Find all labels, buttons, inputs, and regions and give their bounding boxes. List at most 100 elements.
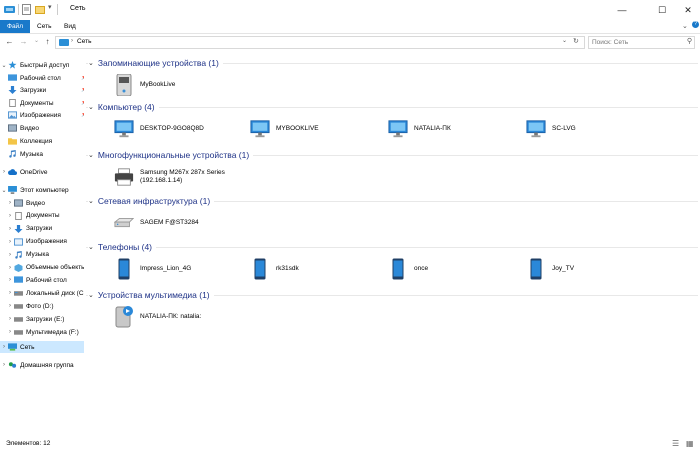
sidebar-item-pictures[interactable]: Изображения 📌 bbox=[0, 109, 84, 121]
tab-view[interactable]: Вид bbox=[57, 20, 83, 33]
refresh-icon[interactable]: ↻ bbox=[573, 37, 579, 45]
tiles-view-icon[interactable]: ▦ bbox=[686, 439, 694, 448]
device-item[interactable]: NATALIA-ПК bbox=[388, 114, 451, 144]
sidebar-item-music[interactable]: › Музыка bbox=[0, 249, 84, 261]
expand-ribbon-icon[interactable]: ⌄ bbox=[682, 22, 688, 30]
up-button[interactable]: ↑ bbox=[42, 36, 53, 47]
network-icon bbox=[59, 39, 69, 46]
sidebar-item-video[interactable]: › Видео bbox=[0, 197, 84, 209]
chevron-right-icon: › bbox=[9, 212, 11, 219]
search-box: ⚲ bbox=[588, 36, 695, 49]
address-dropdown-icon[interactable]: ⌄ bbox=[562, 37, 567, 44]
sidebar-item-desktop[interactable]: Рабочий стол 📌 bbox=[0, 72, 84, 84]
group-header[interactable]: ⌄ Компьютер (4) bbox=[88, 101, 159, 112]
device-item[interactable]: MYBOOKLIVE bbox=[250, 114, 319, 144]
sidebar-item-label: Объемные объекты bbox=[26, 264, 84, 271]
tab-file[interactable]: Файл bbox=[0, 20, 30, 33]
sidebar-item-pictures[interactable]: › Изображения bbox=[0, 236, 84, 248]
search-input[interactable] bbox=[589, 37, 682, 48]
title-bar: ▾ Сеть — ☐ ✕ bbox=[0, 0, 700, 20]
sidebar-item-music[interactable]: Музыка bbox=[0, 148, 84, 160]
customize-toolbar-icon[interactable]: ▾ bbox=[48, 3, 52, 11]
sidebar-item-onedrive[interactable]: › OneDrive bbox=[0, 166, 84, 178]
sidebar-item-downloads[interactable]: › Загрузки bbox=[0, 223, 84, 235]
address-bar[interactable]: › Сеть ⌄ ↻ bbox=[55, 36, 585, 49]
group-header[interactable]: ⌄ Запоминающие устройства (1) bbox=[88, 57, 223, 68]
sidebar-item-label: Быстрый доступ bbox=[20, 61, 70, 69]
nas-drive-icon bbox=[114, 74, 134, 96]
sidebar-item-downloads[interactable]: Загрузки 📌 bbox=[0, 84, 84, 96]
item-count: Элементов: 12 bbox=[6, 440, 51, 447]
music-note-icon bbox=[9, 150, 16, 158]
device-item[interactable]: NATALIA-ПК: natalia: bbox=[114, 302, 201, 332]
device-item[interactable]: Impress_Lion_4G bbox=[114, 254, 191, 284]
properties-icon[interactable] bbox=[22, 4, 31, 16]
minimize-button[interactable]: — bbox=[606, 2, 638, 18]
sidebar-item-local-disk-c[interactable]: › Локальный диск (C bbox=[0, 287, 84, 299]
device-item[interactable]: Samsung M267x 287x Series (192.168.1.14) bbox=[114, 162, 225, 192]
help-icon[interactable]: ? bbox=[692, 21, 699, 28]
monitor-icon bbox=[114, 118, 134, 140]
device-item[interactable]: DESKTOP-9GO8Q8D bbox=[114, 114, 204, 144]
sidebar-item-collection[interactable]: Коллекция bbox=[0, 135, 84, 147]
chevron-right-icon: › bbox=[9, 225, 11, 232]
group-header[interactable]: ⌄ Телефоны (4) bbox=[88, 241, 156, 252]
back-button[interactable]: ← bbox=[4, 36, 15, 47]
group-header[interactable]: ⌄ Устройства мультимедиа (1) bbox=[88, 289, 214, 300]
network-icon bbox=[4, 6, 15, 13]
forward-arrow-icon: → bbox=[19, 37, 28, 46]
desktop-folder-icon bbox=[8, 74, 17, 81]
sidebar-item-network[interactable]: › Сеть bbox=[0, 341, 84, 353]
search-icon[interactable]: ⚲ bbox=[687, 37, 692, 45]
sidebar-item-label: Изображения bbox=[20, 111, 61, 119]
sidebar-item-label: Видео bbox=[26, 199, 45, 207]
sidebar-item-multimedia-f[interactable]: › Мультимедиа (F:) bbox=[0, 326, 84, 338]
sidebar-item-this-pc[interactable]: ⌄ Этот компьютер bbox=[0, 184, 84, 196]
tab-network[interactable]: Сеть bbox=[30, 20, 58, 33]
pin-icon: 📌 bbox=[81, 100, 84, 106]
picture-icon bbox=[8, 111, 17, 119]
device-item[interactable]: Joy_TV bbox=[526, 254, 574, 284]
device-item[interactable]: SC-LVG bbox=[526, 114, 576, 144]
sidebar-item-downloads-e[interactable]: › Загрузки (E:) bbox=[0, 313, 84, 325]
chevron-down-icon: ⌄ bbox=[88, 197, 94, 205]
sidebar-item-desktop[interactable]: › Рабочий стол bbox=[0, 274, 84, 286]
group-header[interactable]: ⌄ Сетевая инфраструктура (1) bbox=[88, 195, 215, 206]
sidebar-item-label: Загрузки (E:) bbox=[26, 315, 65, 323]
sidebar-item-homegroup[interactable]: › Домашняя группа bbox=[0, 359, 84, 371]
divider bbox=[18, 4, 19, 15]
forward-button[interactable]: → bbox=[18, 36, 29, 47]
recent-locations-button[interactable]: ⌄ bbox=[31, 36, 42, 47]
phone-icon bbox=[388, 258, 408, 280]
sidebar-item-quick-access[interactable]: ⌄ Быстрый доступ bbox=[0, 59, 84, 71]
computer-icon bbox=[8, 186, 17, 194]
document-icon bbox=[15, 211, 22, 220]
status-bar: Элементов: 12 ☰ ▦ bbox=[0, 438, 700, 450]
device-name: DESKTOP-9GO8Q8D bbox=[140, 125, 204, 132]
sidebar-item-video[interactable]: Видео bbox=[0, 122, 84, 134]
device-item[interactable]: once bbox=[388, 254, 428, 284]
device-name: NATALIA-ПК bbox=[414, 125, 451, 132]
new-folder-icon[interactable] bbox=[35, 4, 45, 16]
chevron-right-icon: › bbox=[9, 251, 11, 258]
details-view-icon[interactable]: ☰ bbox=[672, 439, 679, 448]
device-item[interactable]: SAGEM F@ST3284 bbox=[114, 208, 199, 238]
device-name: SAGEM F@ST3284 bbox=[140, 219, 199, 226]
sidebar-item-3d-objects[interactable]: › Объемные объекты bbox=[0, 262, 84, 274]
device-address: (192.168.1.14) bbox=[140, 177, 183, 184]
window-title: Сеть bbox=[70, 5, 86, 12]
chevron-right-icon: › bbox=[9, 238, 11, 245]
device-item[interactable]: rk31sdk bbox=[250, 254, 299, 284]
group-header[interactable]: ⌄ Многофункциональные устройства (1) bbox=[88, 149, 254, 160]
sidebar-item-documents[interactable]: › Документы bbox=[0, 210, 84, 222]
breadcrumb-item[interactable]: Сеть bbox=[77, 38, 91, 45]
sidebar-item-documents[interactable]: Документы 📌 bbox=[0, 97, 84, 109]
group-divider bbox=[86, 107, 698, 108]
document-icon bbox=[9, 99, 16, 107]
up-arrow-icon: ↑ bbox=[45, 37, 50, 46]
sidebar-item-photo-d[interactable]: › Фото (D:) bbox=[0, 300, 84, 312]
music-note-icon bbox=[15, 250, 22, 259]
divider bbox=[57, 4, 58, 15]
device-item[interactable]: MyBookLive bbox=[114, 70, 175, 100]
close-button[interactable]: ✕ bbox=[672, 2, 700, 18]
